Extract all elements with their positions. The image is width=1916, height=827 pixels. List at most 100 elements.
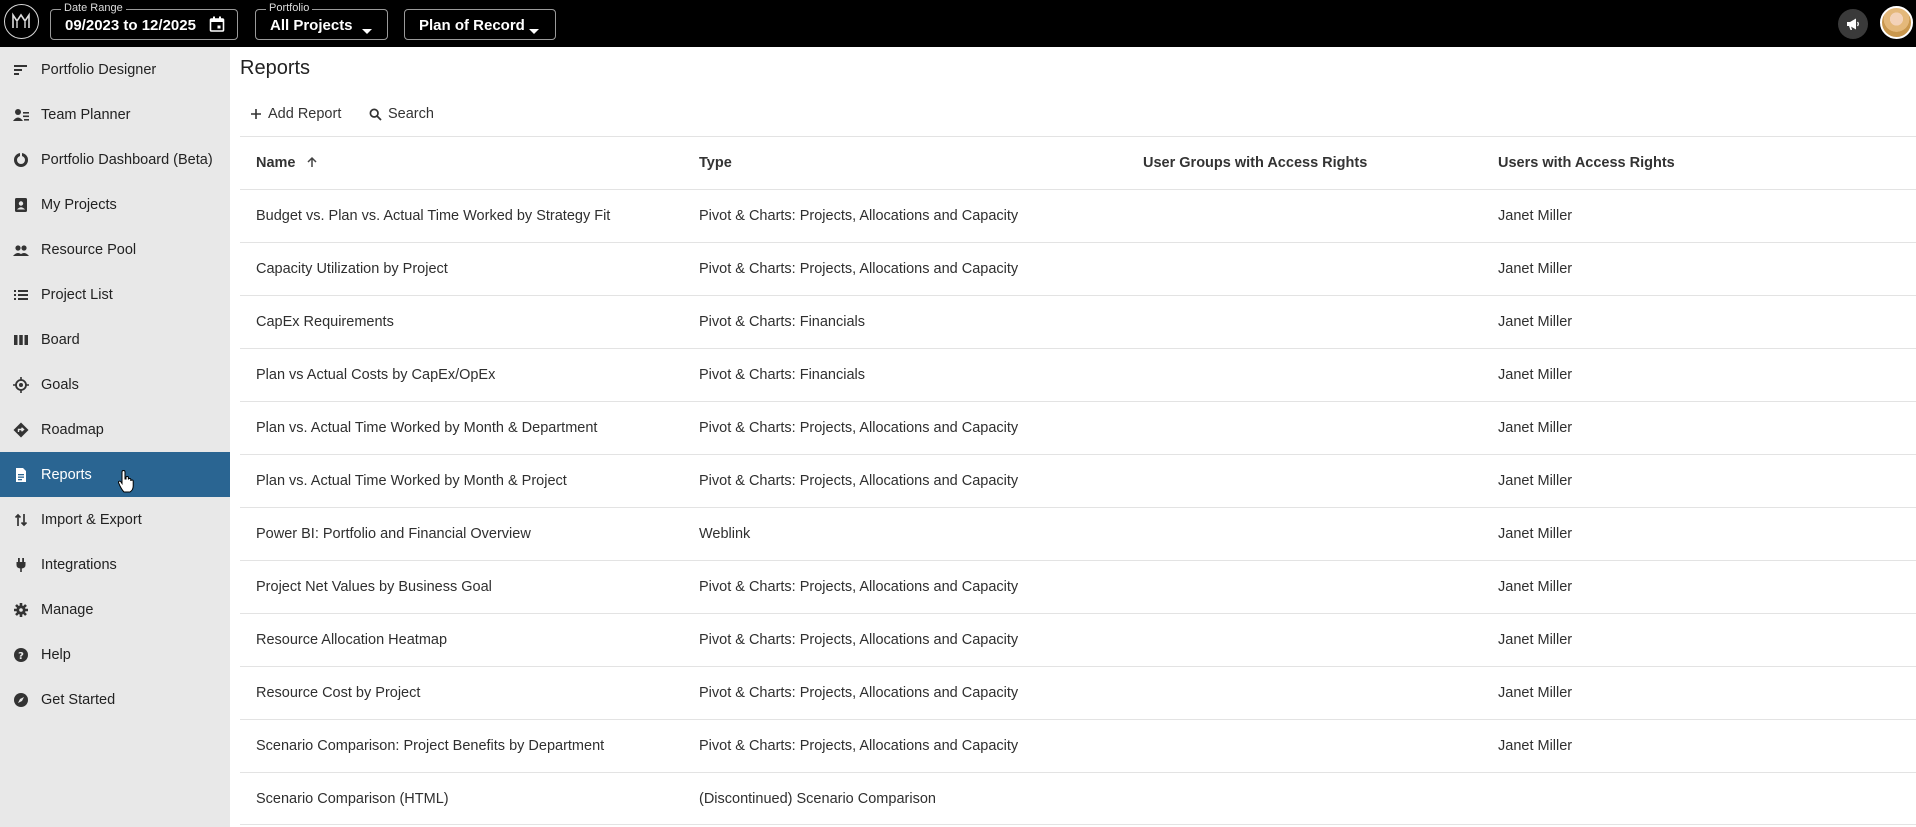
search-label: Search [388,106,434,122]
sidebar-item-import-export[interactable]: Import & Export [0,497,230,542]
report-name[interactable]: Plan vs Actual Costs by CapEx/OpEx [256,349,495,401]
hand-cursor-icon [118,470,134,493]
app-logo-icon[interactable] [4,4,39,39]
report-type: Pivot & Charts: Projects, Allocations an… [699,632,1019,648]
add-report-button[interactable]: Add Report [250,103,341,125]
compass-icon [14,692,28,707]
portfolio-designer-icon [14,64,27,75]
sidebar-item-label: Goals [41,376,79,393]
report-name[interactable]: Plan vs. Actual Time Worked by Month & P… [256,455,567,507]
report-name[interactable]: Resource Allocation Heatmap [256,614,447,666]
sidebar-item-reports[interactable]: Reports [0,452,230,497]
sidebar-item-label: Team Planner [41,106,131,123]
sidebar-item-label: My Projects [41,196,117,213]
report-type: Pivot & Charts: Projects, Allocations an… [699,208,1019,224]
sidebar-item-manage[interactable]: Manage [0,587,230,632]
sidebar-item-board[interactable]: Board [0,317,230,362]
sidebar-item-team-planner[interactable]: Team Planner [0,92,230,137]
sidebar-item-label: Import & Export [41,511,142,528]
report-type: Pivot & Charts: Financials [699,314,866,330]
report-type: Pivot & Charts: Projects, Allocations an… [699,685,1019,701]
table-header-row: Name Type User Groups with Access Rights… [240,136,1916,189]
report-type: Pivot & Charts: Financials [699,367,866,383]
sidebar-item-goals[interactable]: Goals [0,362,230,407]
table-row[interactable]: Resource Allocation Heatmap Pivot & Char… [240,613,1916,666]
report-type: Pivot & Charts: Projects, Allocations an… [699,579,1019,595]
report-users: Janet Miller [1498,314,1573,330]
sidebar-item-portfolio-dashboard[interactable]: Portfolio Dashboard (Beta) [0,137,230,182]
report-type: (Discontinued) Scenario Comparison [699,791,936,807]
portfolio-legend: Portfolio [266,1,313,15]
help-icon: ? [14,647,28,662]
report-name[interactable]: Plan vs. Actual Time Worked by Month & D… [256,402,597,454]
report-name[interactable]: Budget vs. Plan vs. Actual Time Worked b… [256,190,610,242]
reports-table: Name Type User Groups with Access Rights… [240,136,1916,825]
megaphone-icon [1847,18,1859,30]
portfolio-select[interactable]: Portfolio All Projects [255,1,388,40]
report-users: Janet Miller [1498,632,1573,648]
report-type: Pivot & Charts: Projects, Allocations an… [699,473,1019,489]
portfolio-value: All Projects [270,17,353,34]
announcements-button[interactable] [1838,9,1868,39]
calendar-icon[interactable] [209,16,225,37]
people-icon [13,244,29,256]
report-users: Janet Miller [1498,473,1573,489]
report-users: Janet Miller [1498,208,1573,224]
sidebar-item-project-list[interactable]: Project List [0,272,230,317]
sidebar-item-get-started[interactable]: Get Started [0,677,230,722]
my-projects-icon [15,197,27,212]
column-header-user-groups[interactable]: User Groups with Access Rights [1143,137,1367,189]
user-avatar[interactable] [1880,6,1913,39]
gear-icon [14,602,28,617]
report-users: Janet Miller [1498,685,1573,701]
import-export-icon [14,513,28,526]
report-users: Janet Miller [1498,526,1573,542]
sidebar-item-label: Board [41,331,80,348]
report-name[interactable]: Power BI: Portfolio and Financial Overvi… [256,508,531,560]
table-row[interactable]: Resource Cost by Project Pivot & Charts:… [240,666,1916,719]
report-users: Janet Miller [1498,261,1573,277]
sidebar-item-resource-pool[interactable]: Resource Pool [0,227,230,272]
report-name[interactable]: Scenario Comparison: Project Benefits by… [256,720,604,772]
table-row[interactable]: Plan vs Actual Costs by CapEx/OpEx Pivot… [240,348,1916,401]
sidebar-item-integrations[interactable]: Integrations [0,542,230,587]
table-row[interactable]: Scenario Comparison: Project Benefits by… [240,719,1916,772]
table-row[interactable]: CapEx Requirements Pivot & Charts: Finan… [240,295,1916,348]
sidebar-item-my-projects[interactable]: My Projects [0,182,230,227]
sidebar-item-help[interactable]: ? Help [0,632,230,677]
table-row[interactable]: Plan vs. Actual Time Worked by Month & D… [240,401,1916,454]
sidebar-item-roadmap[interactable]: Roadmap [0,407,230,452]
column-header-label: Name [256,155,296,171]
table-row[interactable]: Scenario Comparison (HTML) (Discontinued… [240,772,1916,825]
report-name[interactable]: Scenario Comparison (HTML) [256,773,449,825]
report-users: Janet Miller [1498,738,1573,754]
report-type: Pivot & Charts: Projects, Allocations an… [699,420,1019,436]
plan-select[interactable]: Plan of Record [404,9,556,40]
page-title: Reports [240,57,311,79]
roadmap-icon [13,422,29,437]
report-name[interactable]: Capacity Utilization by Project [256,243,448,295]
table-row[interactable]: Project Net Values by Business Goal Pivo… [240,560,1916,613]
sidebar-item-portfolio-designer[interactable]: Portfolio Designer [0,47,230,92]
sort-ascending-icon [307,156,317,167]
table-row[interactable]: Capacity Utilization by Project Pivot & … [240,242,1916,295]
report-name[interactable]: CapEx Requirements [256,296,394,348]
plug-icon [16,557,26,572]
report-users: Janet Miller [1498,367,1573,383]
top-bar: Date Range 09/2023 to 12/2025 Portfolio … [0,0,1916,47]
board-icon [14,334,28,345]
date-range-field[interactable]: Date Range 09/2023 to 12/2025 [50,1,238,40]
team-planner-icon [13,108,29,121]
search-button[interactable]: Search [369,103,434,125]
column-header-type[interactable]: Type [699,137,732,189]
report-type: Pivot & Charts: Projects, Allocations an… [699,738,1019,754]
report-name[interactable]: Project Net Values by Business Goal [256,561,492,613]
report-users: Janet Miller [1498,579,1573,595]
column-header-users[interactable]: Users with Access Rights [1498,137,1675,189]
table-row[interactable]: Plan vs. Actual Time Worked by Month & P… [240,454,1916,507]
column-header-name[interactable]: Name [256,137,318,189]
report-name[interactable]: Resource Cost by Project [256,667,420,719]
table-row[interactable]: Budget vs. Plan vs. Actual Time Worked b… [240,189,1916,242]
sidebar-item-label: Reports [41,466,92,483]
table-row[interactable]: Power BI: Portfolio and Financial Overvi… [240,507,1916,560]
